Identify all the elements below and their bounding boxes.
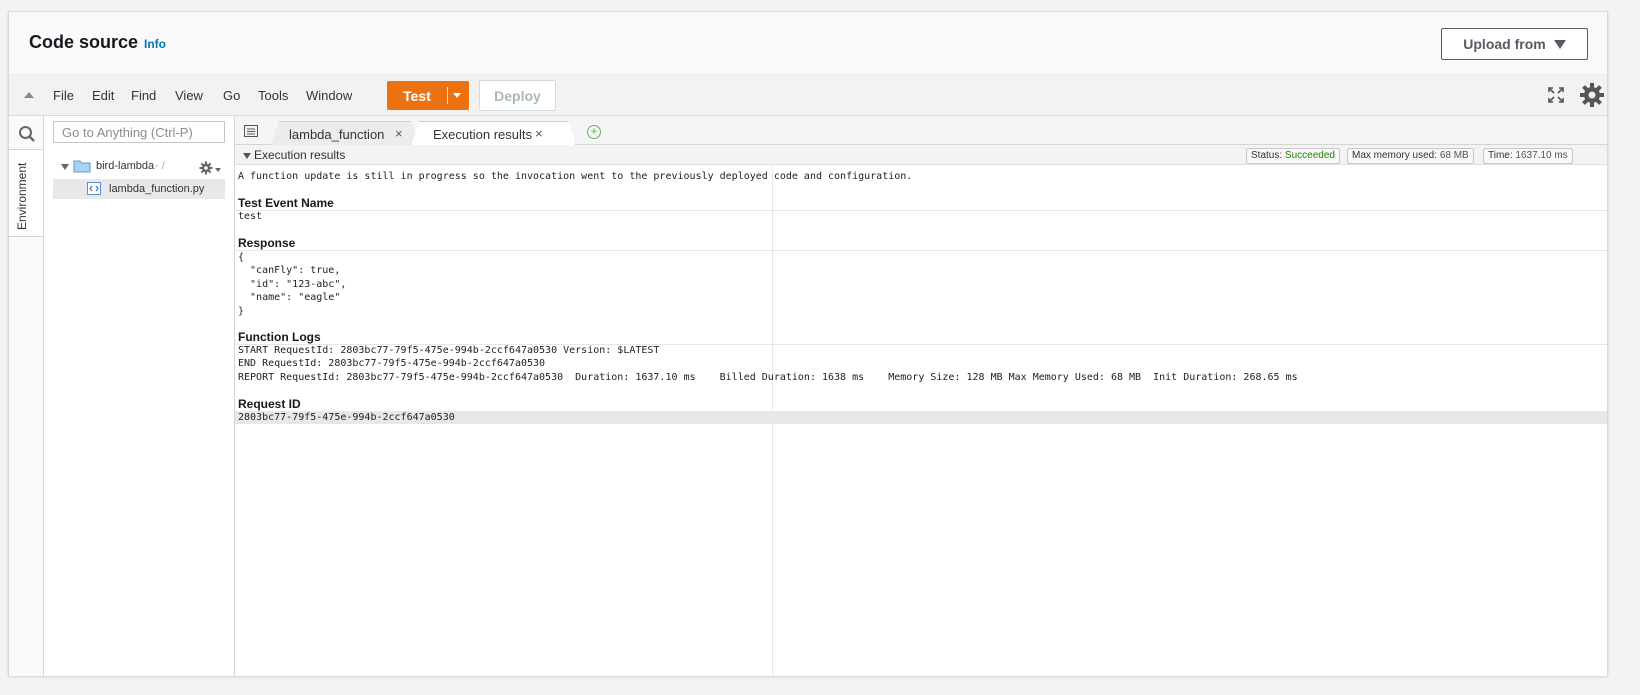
folder-icon [73, 160, 91, 173]
fullscreen-icon[interactable] [1547, 86, 1565, 104]
divider [235, 210, 1607, 211]
response-line: "canFly": true, [238, 265, 341, 276]
execution-results-header: Execution results Status: Succeeded Max … [235, 145, 1607, 165]
tab-label: lambda_function [289, 127, 385, 142]
menu-view[interactable]: View [175, 88, 203, 103]
request-id-heading: Request ID [238, 397, 301, 411]
close-icon[interactable]: × [535, 126, 543, 141]
tab-label: Execution results [433, 127, 532, 142]
execution-results-title: Execution results [254, 148, 346, 162]
menu-tools[interactable]: Tools [258, 88, 288, 103]
tree-file-lambda-function[interactable]: lambda_function.py [53, 179, 225, 199]
status-label: Status: [1251, 150, 1283, 161]
menu-window[interactable]: Window [306, 88, 352, 103]
request-id-value[interactable]: 2803bc77-79f5-475e-994b-2ccf647a0530 [238, 411, 455, 425]
tree-settings-caret-icon[interactable] [215, 168, 221, 172]
info-link[interactable]: Info [144, 37, 166, 51]
update-notice: A function update is still in progress s… [238, 171, 913, 182]
time-value: 1637.10 ms [1515, 150, 1568, 161]
divider [235, 250, 1607, 251]
response-line: { [238, 252, 245, 263]
tab-lambda-function[interactable]: lambda_function × [271, 121, 419, 145]
upload-from-label: Upload from [1463, 36, 1546, 52]
environment-tab-label: Environment [15, 162, 29, 230]
close-icon[interactable]: × [395, 126, 403, 141]
test-button[interactable]: Test [387, 81, 469, 110]
response-line: } [238, 306, 245, 317]
function-logs-heading: Function Logs [238, 330, 321, 344]
add-tab-icon[interactable]: + [587, 125, 601, 139]
code-source-panel: Code source Info Upload from File Edit F… [8, 11, 1608, 676]
test-event-heading: Test Event Name [238, 196, 334, 210]
file-name: lambda_function.py [109, 183, 205, 195]
menu-edit[interactable]: Edit [92, 88, 114, 103]
log-line: START RequestId: 2803bc77-79f5-475e-994b… [238, 345, 660, 356]
response-heading: Response [238, 236, 296, 250]
ide-side-strip: Environment [9, 116, 44, 676]
page-title: Code source [29, 32, 139, 52]
status-value: Succeeded [1284, 150, 1335, 161]
file-tree: bird-lambda - / lambda_functi [44, 116, 235, 676]
memory-badge: Max memory used: 68 MB [1347, 148, 1474, 164]
environment-tab[interactable]: Environment [9, 149, 43, 237]
collapse-icon[interactable] [24, 92, 34, 98]
editor-tab-bar: lambda_function × Execution results × + [235, 116, 1607, 145]
response-line: "id": "123-abc", [238, 279, 347, 290]
menu-find[interactable]: Find [131, 88, 156, 103]
response-line: "name": "eagle" [238, 292, 341, 303]
menu-go[interactable]: Go [223, 88, 240, 103]
settings-gear-icon[interactable] [1579, 82, 1605, 108]
tab-list-icon[interactable] [244, 125, 258, 137]
log-line: END RequestId: 2803bc77-79f5-475e-994b-2… [238, 358, 546, 369]
tab-execution-results[interactable]: Execution results × [411, 121, 576, 145]
folder-path-suffix: - / [155, 160, 165, 172]
upload-from-button[interactable]: Upload from [1441, 28, 1588, 60]
editor-area: lambda_function × Execution results × + … [235, 116, 1607, 676]
caret-down-icon [1553, 39, 1566, 49]
search-icon[interactable] [18, 125, 36, 143]
panel-header: Code source Info Upload from [9, 12, 1607, 75]
menu-file[interactable]: File [53, 88, 74, 103]
memory-value: 68 MB [1439, 150, 1469, 161]
deploy-button[interactable]: Deploy [479, 80, 556, 111]
time-label: Time: [1488, 150, 1513, 161]
log-line: REPORT RequestId: 2803bc77-79f5-475e-994… [238, 372, 1298, 383]
expand-arrow-icon[interactable] [61, 164, 69, 170]
go-to-anything-input[interactable] [53, 121, 225, 143]
python-file-icon [87, 182, 101, 195]
folder-name: bird-lambda [96, 160, 155, 172]
test-dropdown-icon[interactable] [453, 93, 461, 98]
test-button-divider [447, 87, 448, 104]
test-event-value: test [238, 211, 263, 222]
memory-label: Max memory used: [1352, 150, 1438, 161]
time-badge: Time: 1637.10 ms [1483, 148, 1573, 164]
status-badge: Status: Succeeded [1246, 148, 1340, 164]
gear-icon[interactable] [199, 161, 213, 175]
ide-menubar: File Edit Find View Go Tools Window Test… [9, 75, 1607, 116]
test-button-label: Test [403, 87, 431, 104]
collapse-results-icon[interactable] [243, 153, 251, 159]
